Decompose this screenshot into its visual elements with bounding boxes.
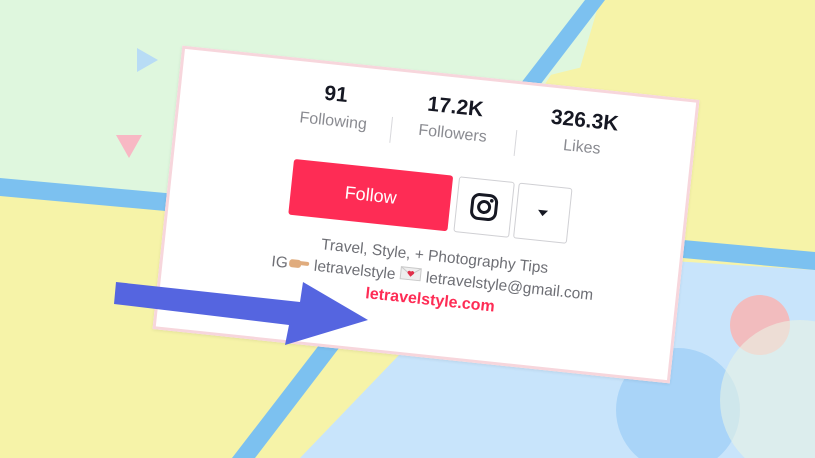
arrow-shape [114, 282, 368, 345]
arrow-annotation [114, 282, 368, 345]
